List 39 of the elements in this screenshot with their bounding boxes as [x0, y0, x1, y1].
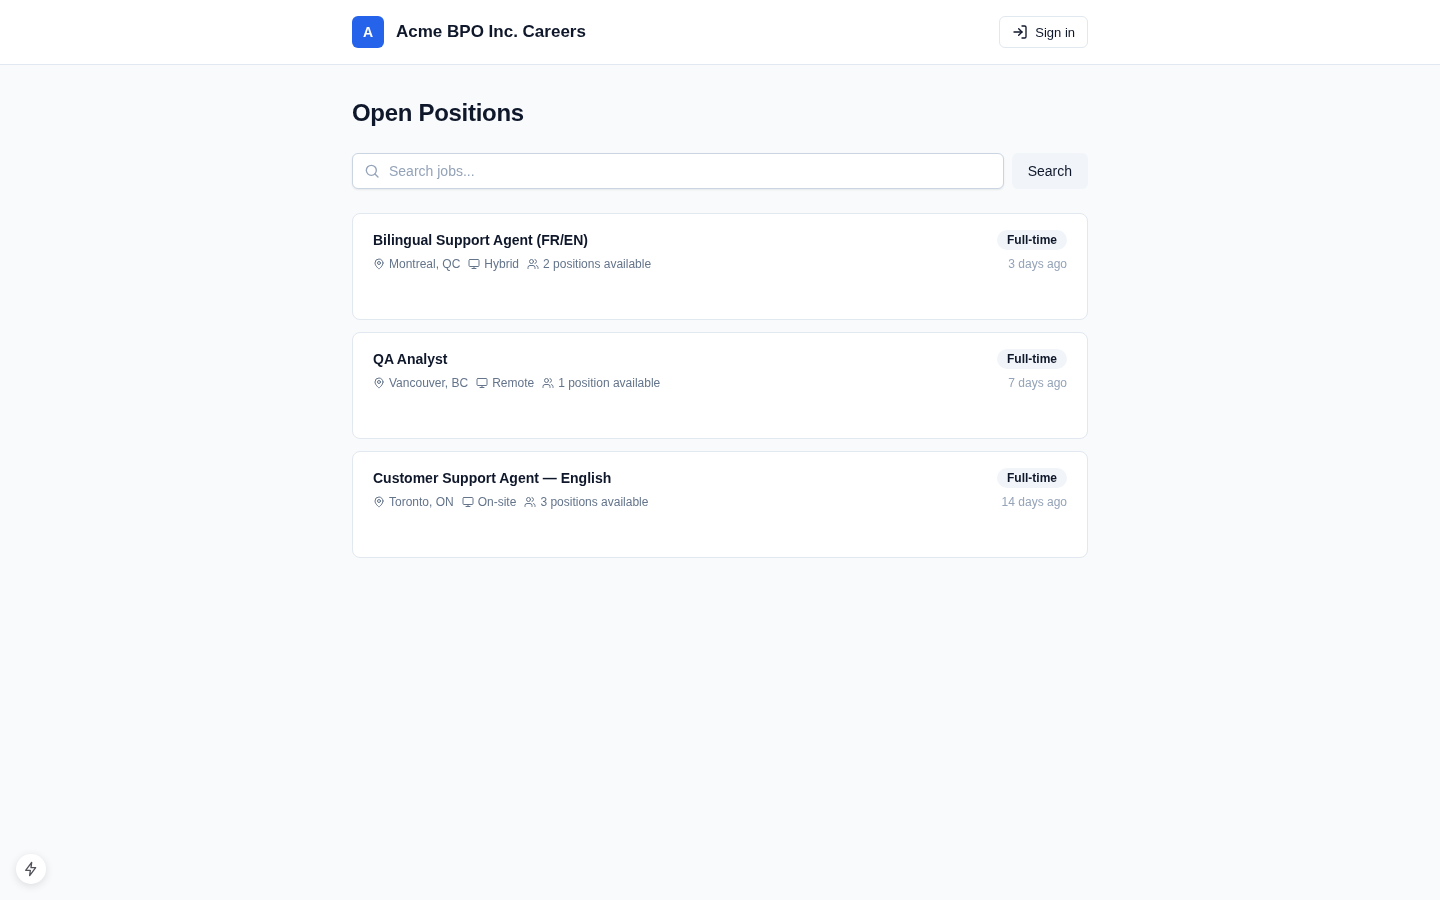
people-icon — [524, 496, 537, 508]
job-location: Montreal, QC — [389, 256, 461, 272]
search-field[interactable]: Search jobs... — [352, 153, 1004, 189]
job-title: Bilingual Support Agent (FR/EN) — [373, 231, 589, 250]
job-type-tag: Full-time — [997, 349, 1067, 369]
sign-in-icon — [1012, 24, 1029, 40]
monitor-icon — [468, 258, 481, 270]
work-mode: Hybrid — [484, 256, 520, 272]
job-location: Vancouver, BC — [389, 375, 469, 391]
monitor-icon — [476, 377, 489, 389]
work-mode: On-site — [477, 494, 517, 510]
posted-date: 3 days ago — [1008, 256, 1067, 272]
logo-badge: A — [352, 16, 384, 48]
work-mode: Remote — [492, 375, 535, 391]
people-icon — [542, 377, 555, 389]
lightning-icon[interactable] — [16, 854, 46, 884]
openings-count: 3 positions available — [540, 494, 649, 510]
job-title: Customer Support Agent — English — [373, 469, 613, 488]
search-button[interactable]: Search — [1011, 153, 1088, 189]
posted-date: 14 days ago — [1001, 494, 1067, 510]
job-type-tag: Full-time — [997, 230, 1067, 250]
site-title: Acme BPO Inc. Careers — [396, 22, 586, 42]
monitor-icon — [461, 496, 474, 508]
posted-date: 7 days ago — [1008, 375, 1067, 391]
openings-count: 2 positions available — [543, 256, 652, 272]
job-card[interactable]: Customer Support Agent — English Toronto, ON On-site 3 positions available Full-time 14 days ago — [352, 451, 1088, 558]
page-title: Open Positions — [352, 98, 525, 128]
search-icon — [364, 163, 380, 179]
job-card[interactable]: QA Analyst Vancouver, BC Remote 1 position available Full-time 7 days ago — [352, 332, 1088, 439]
openings-count: 1 position available — [558, 375, 661, 391]
location-pin-icon — [373, 258, 385, 270]
job-location: Toronto, ON — [389, 494, 454, 510]
job-card[interactable]: Bilingual Support Agent (FR/EN) Montreal, QC Hybrid 2 positions available Full-time 3 days ago — [352, 213, 1088, 320]
location-pin-icon — [373, 496, 385, 508]
job-type-tag: Full-time — [997, 468, 1067, 488]
location-pin-icon — [373, 377, 385, 389]
job-title: QA Analyst — [373, 350, 449, 369]
sign-in-button[interactable]: Sign in — [999, 16, 1088, 48]
people-icon — [527, 258, 540, 270]
